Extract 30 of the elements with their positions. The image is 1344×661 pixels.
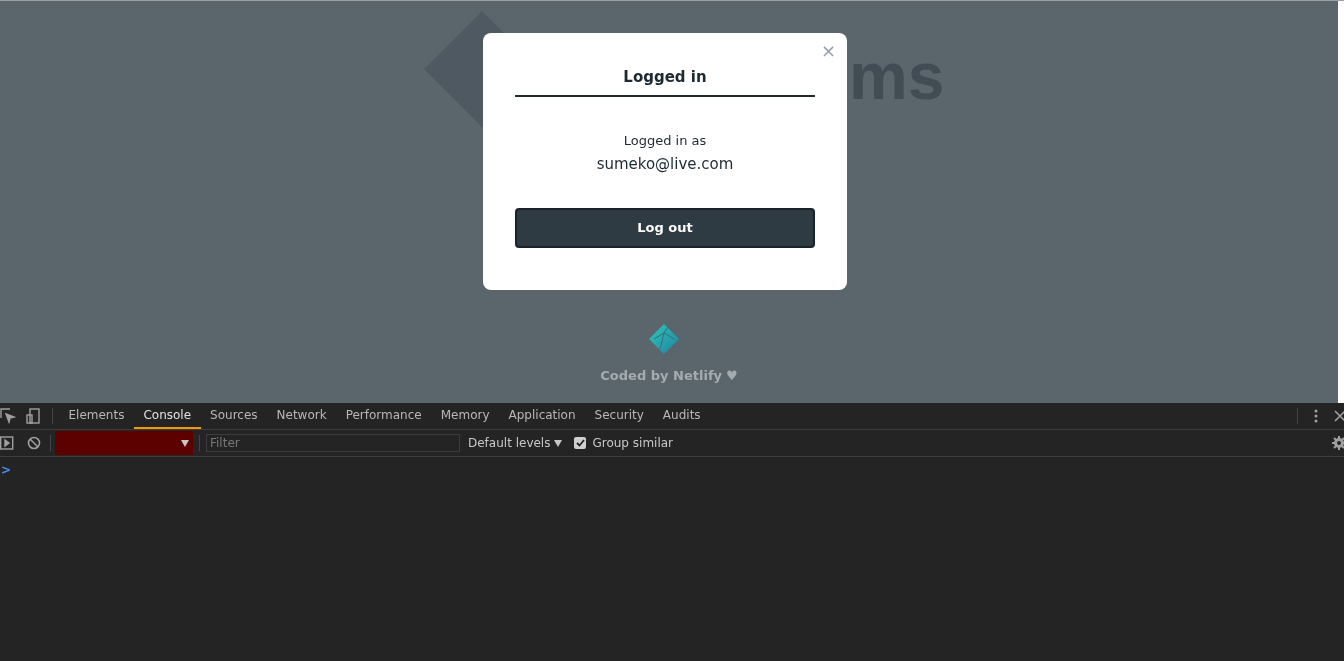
more-options-icon[interactable] — [1314, 409, 1318, 423]
close-icon[interactable] — [1334, 410, 1344, 422]
device-icon[interactable] — [26, 408, 40, 424]
clear-icon[interactable] — [27, 436, 41, 450]
devtools-tab[interactable]: Security — [585, 403, 654, 429]
group-similar-checkbox[interactable] — [574, 437, 587, 449]
devtools-tab[interactable]: Elements — [59, 403, 134, 429]
filter-field[interactable]: Filter — [206, 434, 460, 452]
devtools-tab[interactable]: Console — [133, 403, 201, 429]
logged-in-label: Logged in as — [623, 131, 707, 150]
dialog-title: Logged in — [515, 66, 815, 97]
dropdown-caret-icon — [181, 439, 189, 447]
devtools-tab[interactable]: Application — [499, 403, 586, 429]
netlify-icon — [648, 323, 680, 355]
devtools-tab[interactable]: Performance — [336, 403, 432, 429]
console-prompt: > — [1, 463, 12, 477]
heart-icon: ♥ — [726, 366, 738, 386]
logout-button[interactable]: Log out — [515, 207, 815, 248]
levels-dropdown[interactable]: Default levels — [468, 434, 563, 452]
footer-text: Coded by Netlify — [600, 367, 722, 385]
user-email: sumeko@live.com — [596, 154, 734, 175]
group-similar-label: Group similar — [592, 435, 674, 452]
devtools-tab[interactable]: Memory — [431, 403, 499, 429]
settings-icon[interactable] — [1332, 436, 1344, 450]
sidebar-toggle-icon[interactable] — [0, 436, 14, 450]
dropdown-caret-icon — [554, 439, 563, 447]
devtools-tab[interactable]: Sources — [200, 403, 268, 429]
inspect-icon[interactable] — [0, 408, 16, 424]
devtools-tab[interactable]: Network — [267, 403, 337, 429]
devtools-tab[interactable]: Audits — [653, 403, 711, 429]
